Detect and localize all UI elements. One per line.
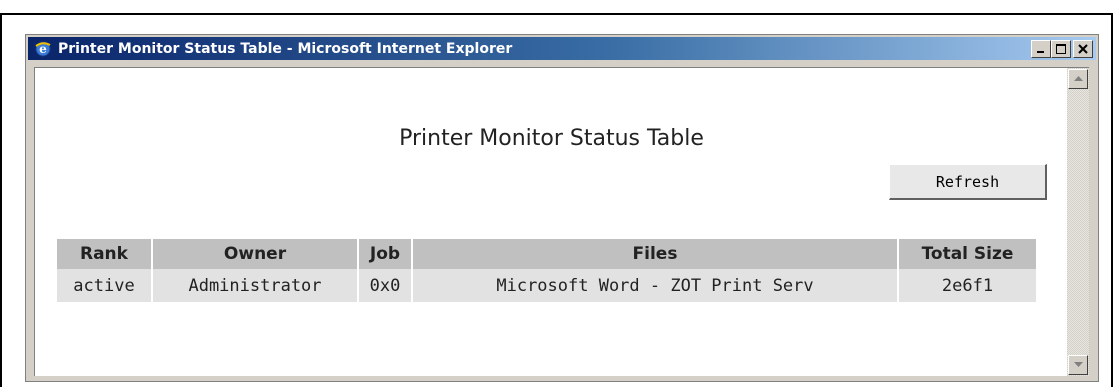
window-controls (1031, 40, 1093, 58)
page-title: Printer Monitor Status Table (399, 126, 704, 151)
cell-total-size: 2e6f1 (899, 269, 1036, 302)
minimize-button[interactable] (1031, 40, 1051, 58)
maximize-icon (1056, 44, 1066, 54)
vertical-scrollbar[interactable] (1067, 67, 1089, 376)
window-title: Printer Monitor Status Table - Microsoft… (58, 40, 513, 57)
cell-files: Microsoft Word - ZOT Print Serv (413, 269, 897, 302)
minimize-icon (1037, 51, 1044, 53)
internet-explorer-icon: e (34, 40, 52, 58)
close-button[interactable] (1073, 40, 1093, 58)
column-header-job: Job (359, 239, 411, 269)
table-row: active Administrator 0x0 Microsoft Word … (57, 269, 1036, 302)
status-table: Rank Owner Job Files Total Size active A… (55, 239, 1038, 302)
title-bar[interactable]: e Printer Monitor Status Table - Microso… (28, 37, 1096, 60)
cell-owner: Administrator (153, 269, 357, 302)
page-content: Printer Monitor Status Table Refresh Ran… (34, 67, 1068, 376)
maximize-button[interactable] (1051, 40, 1071, 58)
cell-rank: active (57, 269, 151, 302)
refresh-button[interactable]: Refresh (889, 164, 1047, 200)
cell-job: 0x0 (359, 269, 411, 302)
close-icon (1078, 44, 1088, 54)
column-header-owner: Owner (153, 239, 357, 269)
column-header-rank: Rank (57, 239, 151, 269)
arrow-down-icon (1073, 362, 1083, 367)
column-header-files: Files (413, 239, 897, 269)
arrow-up-icon (1073, 76, 1083, 81)
table-header-row: Rank Owner Job Files Total Size (57, 239, 1036, 269)
scroll-down-button[interactable] (1068, 355, 1088, 375)
scroll-up-button[interactable] (1068, 69, 1088, 89)
column-header-total-size: Total Size (899, 239, 1036, 269)
browser-window: e Printer Monitor Status Table - Microso… (25, 34, 1099, 382)
